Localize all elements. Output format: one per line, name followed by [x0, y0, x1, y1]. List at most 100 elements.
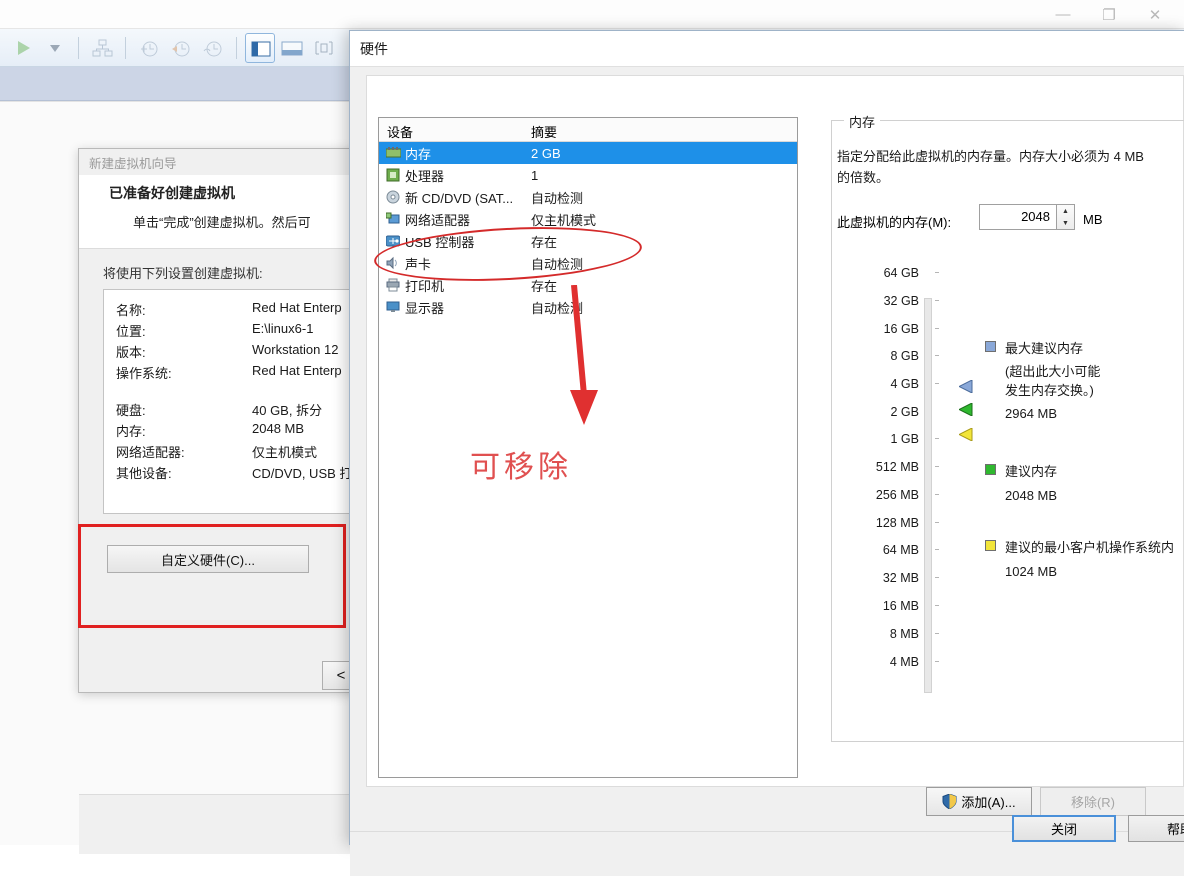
recommended-marker-icon	[957, 402, 973, 419]
spinner-down-icon[interactable]: ▼	[1057, 217, 1074, 229]
summary-value-name: Red Hat Enterp	[252, 300, 342, 315]
summary-key-name: 名称:	[116, 303, 146, 318]
display-icon	[383, 300, 403, 314]
revert-snapshot-button[interactable]	[166, 33, 196, 63]
main-window-titlebar: — ❐ ✕	[0, 0, 1184, 29]
remove-hardware-button[interactable]: 移除(R)	[1040, 787, 1146, 816]
minimize-button[interactable]: —	[1040, 0, 1086, 29]
summary-value-location: E:\linux6-1	[252, 321, 314, 336]
scale-label: 16 GB	[883, 322, 919, 336]
scale-tick	[935, 383, 939, 384]
table-row[interactable]: 声卡 自动检测	[379, 252, 797, 274]
legend-swatch-guest-minimum	[985, 540, 996, 551]
restore-button[interactable]: ❐	[1086, 0, 1132, 29]
shield-icon	[942, 794, 957, 809]
scale-label: 1 GB	[890, 432, 920, 446]
help-button[interactable]: 帮助	[1128, 815, 1184, 842]
scale-label: 512 MB	[875, 460, 919, 474]
legend-value-recommended: 2048 MB	[1005, 488, 1058, 503]
vm-summary-box: 名称: Red Hat Enterp 位置: E:\linux6-1 版本: W…	[103, 289, 383, 514]
memory-slider-track[interactable]	[924, 298, 932, 693]
toolbar-separator	[236, 36, 237, 59]
legend-swatch-max-recommended	[985, 341, 996, 352]
memory-description: 指定分配给此虚拟机的内存量。内存大小必须为 4 MB 的倍数。	[837, 149, 1144, 185]
table-row[interactable]: USB 控制器 存在	[379, 230, 797, 252]
device-summary: 自动检测	[531, 256, 584, 272]
snapshot-manager-button[interactable]	[198, 33, 228, 63]
sound-card-icon	[383, 256, 403, 270]
wizard-title: 新建虚拟机向导	[79, 149, 361, 175]
device-summary: 自动检测	[531, 190, 584, 206]
legend-note-max-recommended: (超出此大小可能 发生内存交换。)	[1005, 364, 1101, 398]
table-row[interactable]: 新 CD/DVD (SAT... 自动检测	[379, 186, 797, 208]
device-name: 声卡	[405, 256, 432, 272]
cddvd-icon	[383, 190, 403, 204]
scale-tick	[935, 494, 939, 495]
scale-tick	[935, 466, 939, 467]
max-recommended-marker-icon	[957, 379, 973, 396]
table-row[interactable]: 打印机 存在	[379, 274, 797, 296]
restore-icon: ❐	[1102, 6, 1116, 24]
scale-label: 256 MB	[875, 488, 919, 502]
scale-label: 8 GB	[890, 349, 920, 363]
table-row[interactable]: 内存 2 GB	[379, 142, 797, 164]
fullscreen-button[interactable]	[309, 33, 339, 63]
legend-swatch-recommended	[985, 464, 996, 475]
legend-value-guest-minimum: 1024 MB	[1005, 564, 1058, 579]
close-dialog-button[interactable]: 关闭	[1012, 815, 1116, 842]
device-name: USB 控制器	[405, 234, 475, 250]
show-library-button[interactable]	[245, 32, 275, 63]
hardware-dialog-title: 硬件	[350, 31, 1184, 67]
spinner-up-icon[interactable]: ▲	[1057, 205, 1074, 217]
add-hardware-button[interactable]: 添加(A)...	[926, 787, 1032, 816]
scale-tick	[935, 661, 939, 662]
device-summary: 存在	[531, 234, 558, 250]
table-row[interactable]: 处理器 1	[379, 164, 797, 186]
summary-value-network: 仅主机模式	[252, 445, 318, 460]
close-window-button[interactable]: ✕	[1132, 0, 1178, 29]
device-name: 网络适配器	[405, 212, 471, 228]
take-snapshot-button[interactable]	[134, 33, 164, 63]
printer-icon	[383, 278, 403, 292]
summary-value-memory: 2048 MB	[252, 421, 305, 436]
device-summary: 存在	[531, 278, 558, 294]
memory-input[interactable]: 2048	[979, 204, 1057, 230]
scale-tick	[935, 355, 939, 356]
processor-icon	[383, 168, 403, 182]
column-header-device: 设备	[387, 125, 414, 140]
device-list-panel[interactable]: 设备 摘要 内存 2 GB 处理器 1 新 CD/DVD (SAT... 自动检…	[378, 117, 798, 778]
scale-tick	[935, 328, 939, 329]
table-row[interactable]: 显示器 自动检测	[379, 296, 797, 318]
memory-group-label: 内存	[844, 112, 881, 131]
scale-label: 64 MB	[882, 543, 919, 557]
device-name: 内存	[405, 146, 432, 162]
scale-tick	[935, 438, 939, 439]
hardware-dialog-content: 设备 摘要 内存 2 GB 处理器 1 新 CD/DVD (SAT... 自动检…	[366, 75, 1184, 787]
scale-label: 2 GB	[890, 405, 920, 419]
manage-snapshots-button[interactable]	[87, 33, 117, 63]
memory-spinner[interactable]: ▲ ▼	[1057, 204, 1075, 230]
scale-label: 32 MB	[882, 571, 919, 585]
summary-value-version: Workstation 12	[252, 342, 339, 357]
device-summary: 仅主机模式	[531, 212, 597, 228]
show-console-button[interactable]	[277, 33, 307, 63]
customize-hardware-button[interactable]: 自定义硬件(C)...	[107, 545, 309, 573]
device-name: 打印机	[405, 278, 445, 294]
power-dropdown[interactable]	[40, 33, 70, 63]
minimize-icon: —	[1055, 6, 1071, 23]
power-on-button[interactable]	[8, 33, 38, 63]
memory-field-label: 此虚拟机的内存(M):	[837, 215, 952, 230]
scale-label: 4 GB	[890, 377, 920, 391]
scale-label: 8 MB	[889, 627, 919, 641]
table-row[interactable]: 网络适配器 仅主机模式	[379, 208, 797, 230]
summary-key-location: 位置:	[116, 324, 146, 339]
summary-key-other-devices: 其他设备:	[116, 466, 172, 481]
scale-tick	[935, 549, 939, 550]
hardware-dialog: 硬件 设备 摘要 内存 2 GB 处理器 1 新 CD/DVD (SAT... …	[349, 30, 1184, 876]
column-header-summary: 摘要	[531, 125, 558, 140]
close-icon: ✕	[1148, 6, 1162, 24]
wizard-header: 已准备好创建虚拟机 单击“完成”创建虚拟机。然后可	[79, 175, 361, 249]
device-name: 处理器	[405, 168, 445, 184]
legend-title-max-recommended: 最大建议内存	[1005, 341, 1084, 356]
scale-tick	[935, 522, 939, 523]
